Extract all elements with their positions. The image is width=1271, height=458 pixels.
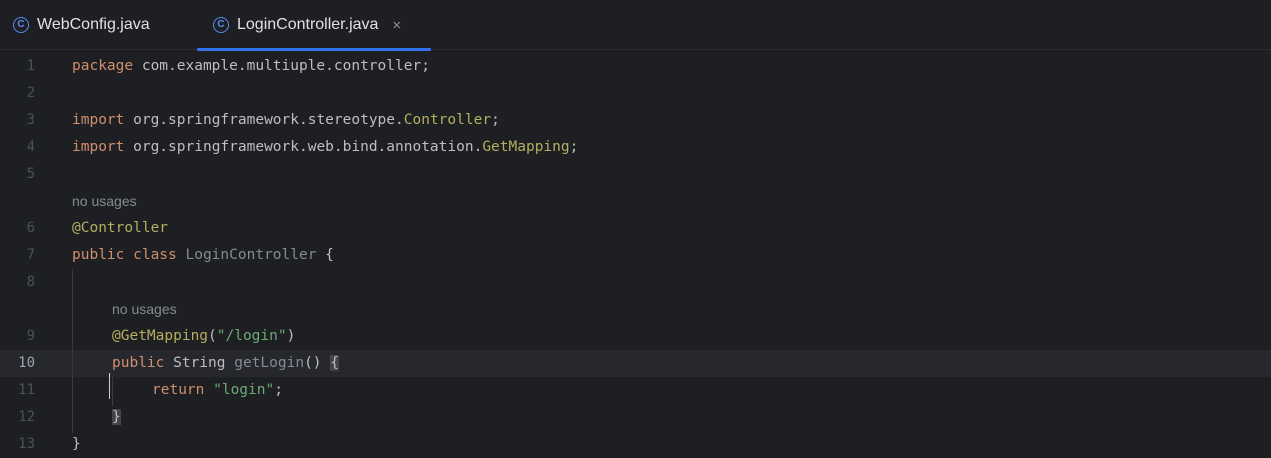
code-text: } <box>72 436 81 452</box>
code-text: import org.springframework.web.bind.anno… <box>72 139 579 155</box>
indent-guide <box>112 377 113 406</box>
code-line: 12 } <box>0 404 1271 431</box>
code-line: 3 import org.springframework.stereotype.… <box>0 107 1271 134</box>
code-line: 6 @Controller <box>0 215 1271 242</box>
code-text: public class LoginController { <box>72 247 334 263</box>
text-caret <box>109 373 110 399</box>
line-number: 9 <box>26 328 35 344</box>
tab-label: WebConfig.java <box>37 16 150 33</box>
line-number: 2 <box>26 85 35 101</box>
code-editor[interactable]: 1 package com.example.multiuple.controll… <box>0 51 1271 455</box>
code-text: return "login"; <box>152 382 283 398</box>
line-number: 1 <box>26 58 35 74</box>
code-text: public String getLogin() { <box>112 355 340 371</box>
code-line: 2 <box>0 80 1271 107</box>
code-line: 11 return "login"; <box>0 377 1271 404</box>
line-number: 13 <box>18 436 35 452</box>
code-line: 13 } <box>0 431 1271 458</box>
indent-guide <box>72 269 73 433</box>
line-number: 10 <box>18 355 35 371</box>
line-number: 4 <box>26 139 35 155</box>
code-line: 7 public class LoginController { <box>0 242 1271 269</box>
code-text: import org.springframework.stereotype.Co… <box>72 112 500 128</box>
editor-tab-bar: C WebConfig.java C LoginController.java … <box>0 0 1271 51</box>
matched-brace: } <box>112 409 121 425</box>
usages-hint[interactable]: no usages <box>72 188 137 215</box>
code-text: } <box>112 404 121 431</box>
code-line: 8 <box>0 269 1271 296</box>
code-line: 9 @GetMapping("/login") <box>0 323 1271 350</box>
inlay-hint-row: no usages <box>0 188 1271 215</box>
code-text: package com.example.multiuple.controller… <box>72 58 430 74</box>
code-line: 4 import org.springframework.web.bind.an… <box>0 134 1271 161</box>
line-number: 12 <box>18 409 35 425</box>
inlay-hint-row: no usages <box>0 296 1271 323</box>
class-icon: C <box>213 17 229 33</box>
usages-hint[interactable]: no usages <box>112 296 177 323</box>
line-number: 3 <box>26 112 35 128</box>
line-number: 11 <box>18 382 35 398</box>
code-line: 5 <box>0 161 1271 188</box>
close-icon[interactable]: × <box>392 17 401 34</box>
class-icon: C <box>13 17 29 33</box>
code-line: 1 package com.example.multiuple.controll… <box>0 53 1271 80</box>
tab-logincontroller[interactable]: C LoginController.java × <box>197 0 431 51</box>
line-number: 8 <box>26 274 35 290</box>
line-number: 7 <box>26 247 35 263</box>
matched-brace: { <box>330 355 340 371</box>
current-code-line: 10 public String getLogin() { <box>0 350 1271 377</box>
code-text: @GetMapping("/login") <box>112 328 296 344</box>
line-number: 5 <box>26 166 35 182</box>
tab-label: LoginController.java <box>237 16 379 33</box>
code-text: @Controller <box>72 220 169 236</box>
tab-webconfig[interactable]: C WebConfig.java <box>13 0 150 50</box>
line-number: 6 <box>26 220 35 236</box>
